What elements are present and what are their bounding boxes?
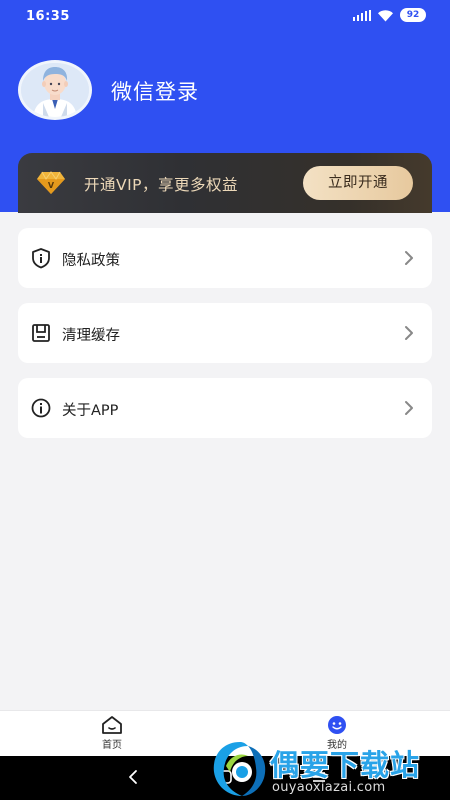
mine-screen: 16:35 92 微信登录 V 开通VIP，享更多权益 立即开通 隐私政策 清理…	[0, 0, 450, 800]
home-icon	[102, 716, 122, 734]
svg-text:V: V	[48, 181, 55, 190]
user-avatar-icon[interactable]	[18, 60, 92, 120]
menu-item-label: 关于APP	[62, 403, 119, 419]
vip-banner[interactable]: V 开通VIP，享更多权益 立即开通	[18, 153, 432, 213]
chevron-right-icon	[405, 326, 413, 340]
status-time: 16:35	[26, 9, 70, 24]
watermark-title: 偶要下载站	[270, 748, 421, 782]
shield-icon	[32, 248, 50, 269]
watermark-logo-icon	[213, 742, 266, 796]
battery-icon: 92	[400, 8, 426, 22]
menu-item-label: 清理缓存	[62, 328, 120, 344]
watermark-url: ouyaoxiazai.com	[272, 780, 386, 795]
archive-icon	[32, 324, 50, 342]
info-icon	[31, 398, 51, 418]
chevron-right-icon	[405, 401, 413, 415]
tab-home[interactable]: 首页	[82, 715, 142, 751]
signal-icon	[352, 9, 371, 21]
site-watermark: 偶要下载站 ouyaoxiazai.com	[208, 736, 450, 800]
status-bar: 16:35 92	[0, 0, 450, 32]
menu-item-clear-cache[interactable]: 清理缓存	[18, 303, 432, 363]
open-vip-button[interactable]: 立即开通	[303, 166, 413, 200]
tab-home-label: 首页	[102, 740, 122, 751]
back-icon[interactable]	[127, 768, 139, 786]
wechat-login-link[interactable]: 微信登录	[111, 76, 199, 106]
smiley-icon	[328, 716, 346, 734]
wifi-icon	[378, 9, 393, 21]
diamond-icon: V	[37, 171, 65, 194]
menu-item-label: 隐私政策	[62, 253, 120, 269]
chevron-right-icon	[405, 251, 413, 265]
menu-item-about-app[interactable]: 关于APP	[18, 378, 432, 438]
status-icons: 92	[352, 8, 426, 22]
vip-promo-text: 开通VIP，享更多权益	[84, 176, 239, 194]
menu-item-privacy-policy[interactable]: 隐私政策	[18, 228, 432, 288]
